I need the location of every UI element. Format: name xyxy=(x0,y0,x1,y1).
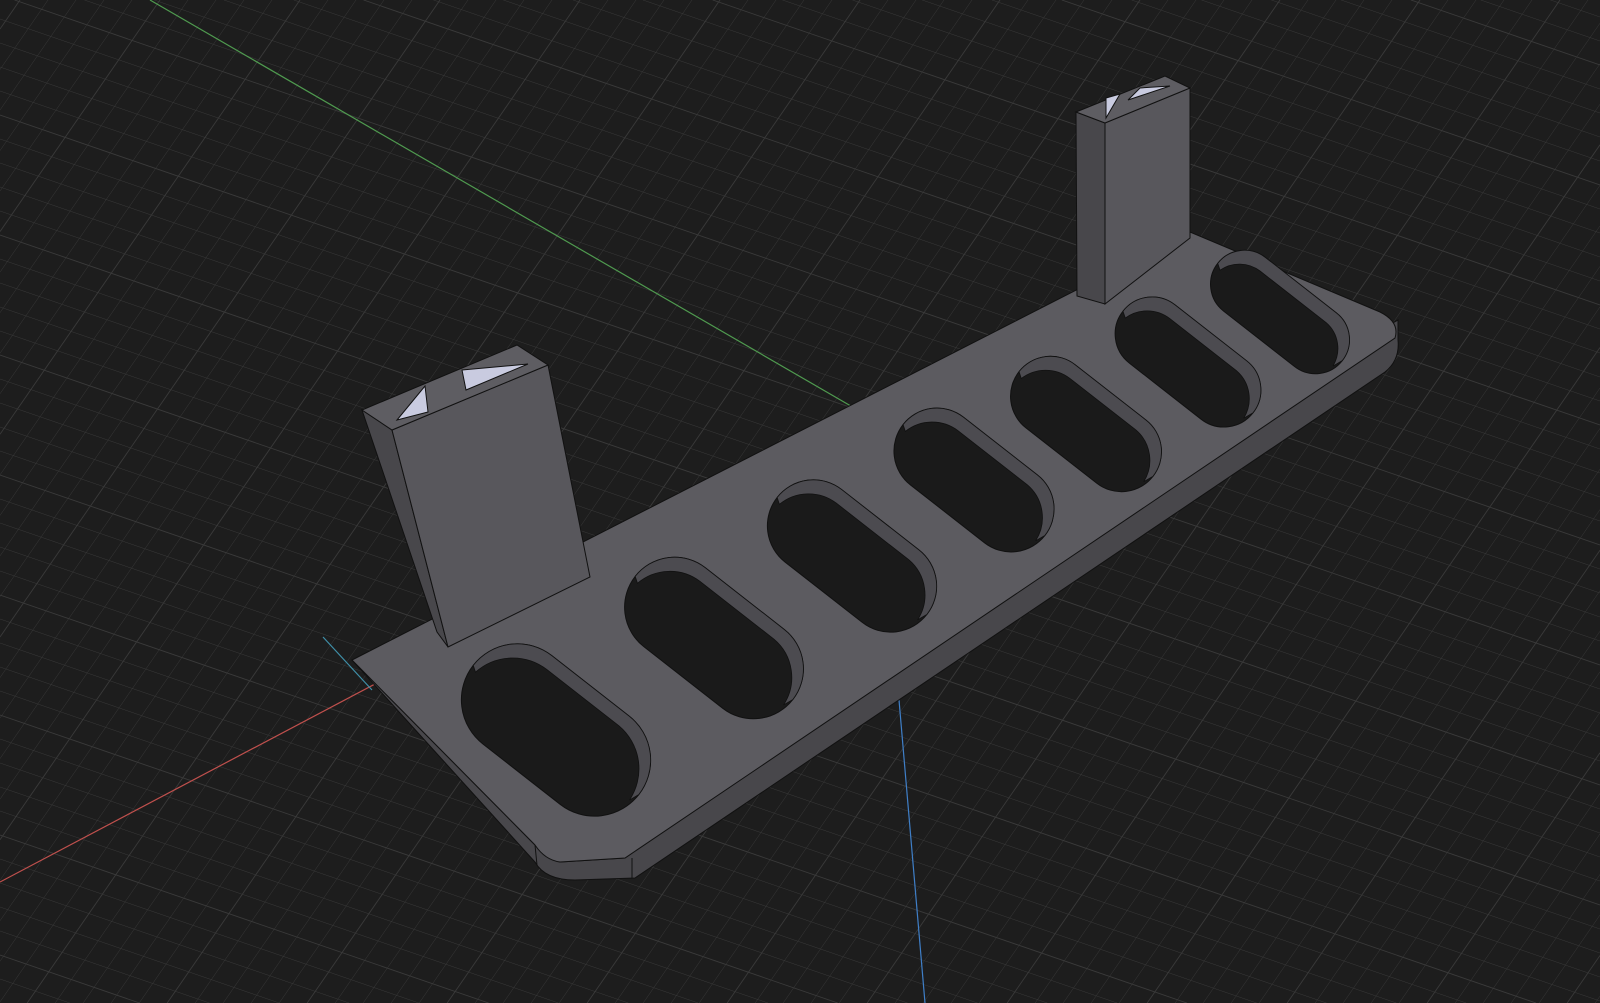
grid-line xyxy=(1230,468,1600,1003)
grid-line xyxy=(1482,833,1600,1003)
grid-line xyxy=(0,0,105,151)
grid-line xyxy=(0,0,469,678)
grid-line xyxy=(1566,955,1600,1003)
grid-line xyxy=(1202,428,1600,1003)
grid-line xyxy=(852,0,1600,258)
grid-line xyxy=(0,0,301,435)
grid-line xyxy=(1510,874,1600,1003)
grid-line xyxy=(1398,712,1600,1003)
grid-line xyxy=(0,0,385,557)
grid-line xyxy=(0,858,419,1003)
grid-line xyxy=(1410,0,1600,66)
grid-line xyxy=(0,0,413,597)
grid-line xyxy=(1426,752,1600,1003)
grid-line xyxy=(0,0,77,111)
grid-line xyxy=(0,810,559,1003)
grid-line xyxy=(0,954,140,1003)
grid-line xyxy=(1454,793,1600,1003)
grid-line xyxy=(922,0,1600,234)
3d-viewport[interactable] xyxy=(0,0,1600,1003)
grid-line xyxy=(1258,509,1600,1003)
grid-line xyxy=(0,834,489,1003)
grid-line xyxy=(1341,0,1600,90)
scene-canvas[interactable] xyxy=(0,0,1600,1003)
grid-line xyxy=(0,0,217,313)
grid-line xyxy=(0,978,70,1003)
grid-line xyxy=(0,0,133,192)
grid-line xyxy=(0,930,210,1003)
grid-line xyxy=(0,0,245,354)
grid-line xyxy=(1131,0,1600,162)
grid-line xyxy=(0,0,329,476)
grid-line xyxy=(0,882,350,1003)
grid-line xyxy=(0,0,273,394)
grid-line xyxy=(1286,549,1600,1003)
grid-line xyxy=(1480,0,1600,42)
grid-line xyxy=(1174,387,1600,1003)
grid-line xyxy=(1271,0,1600,114)
grid-line xyxy=(0,0,497,719)
grid-line xyxy=(1342,631,1600,1003)
grid-line xyxy=(0,0,189,273)
post-side-face xyxy=(1075,111,1106,305)
grid-line xyxy=(0,0,49,70)
grid-line xyxy=(0,0,357,516)
grid-line xyxy=(1314,590,1600,1003)
